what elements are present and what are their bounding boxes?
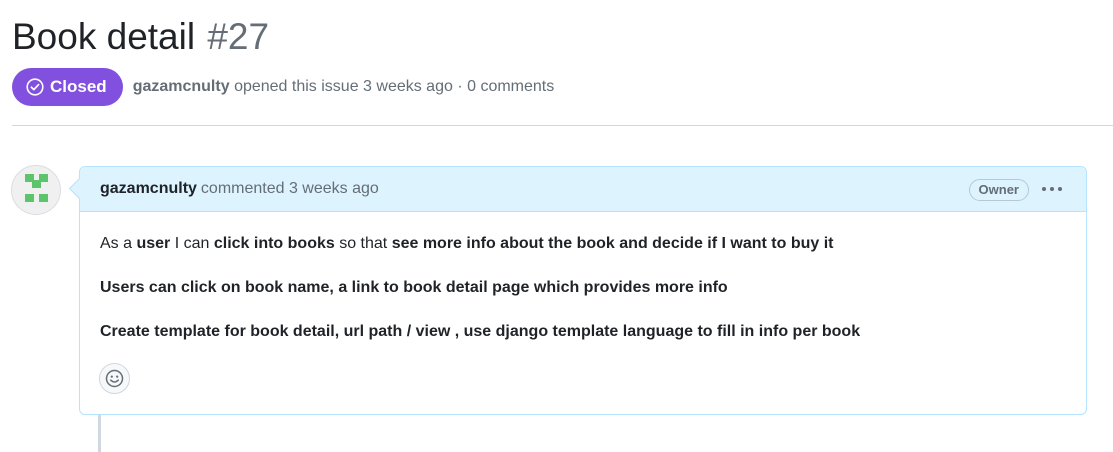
- comment-timestamp[interactable]: commented 3 weeks ago: [201, 180, 379, 198]
- issue-meta: Closed gazamcnulty opened this issue 3 w…: [12, 68, 554, 106]
- comment-menu-button[interactable]: [1040, 177, 1064, 201]
- timeline-line: [98, 414, 101, 452]
- owner-badge: Owner: [968, 179, 1029, 201]
- comment-paragraph-2: Users can click on book name, a link to …: [100, 279, 728, 296]
- state-badge: Closed: [12, 68, 123, 106]
- issue-title-row: Book detail #27: [12, 14, 269, 60]
- issue-opened-text: opened this issue 3 weeks ago · 0 commen…: [234, 78, 555, 95]
- issue-author-link[interactable]: gazamcnulty: [133, 78, 230, 95]
- comment-paragraph-1: As a user I can click into books so that…: [100, 233, 1066, 255]
- body-text-bold: click into books: [213, 235, 335, 252]
- body-text-bold: user: [136, 235, 171, 252]
- issue-title: Book detail: [12, 16, 196, 57]
- issue-meta-text: gazamcnulty opened this issue 3 weeks ag…: [133, 78, 555, 96]
- body-text-bold: see more info about the book and decide …: [391, 235, 834, 252]
- comment-author-link[interactable]: gazamcnulty: [100, 180, 197, 198]
- state-label: Closed: [50, 77, 107, 96]
- issue-page: Book detail #27 Closed gazamcnulty opene…: [0, 0, 1113, 452]
- comment-paragraph-3: Create template for book detail, url pat…: [100, 323, 861, 340]
- body-text: I can: [170, 235, 214, 252]
- comment-header: gazamcnulty commented 3 weeks ago Owner: [80, 167, 1086, 212]
- avatar[interactable]: [11, 165, 61, 215]
- add-reaction-button[interactable]: [99, 363, 130, 394]
- body-text: so that: [334, 235, 392, 252]
- smiley-icon: [105, 369, 124, 388]
- kebab-horizontal-icon: [1042, 187, 1062, 191]
- header-divider: [12, 125, 1113, 126]
- issue-number: #27: [207, 16, 270, 57]
- check-circle-icon: [26, 78, 44, 96]
- comment-box: gazamcnulty commented 3 weeks ago Owner …: [79, 166, 1087, 415]
- body-text: As a: [100, 235, 137, 252]
- comment-body: As a user I can click into books so that…: [80, 212, 1086, 343]
